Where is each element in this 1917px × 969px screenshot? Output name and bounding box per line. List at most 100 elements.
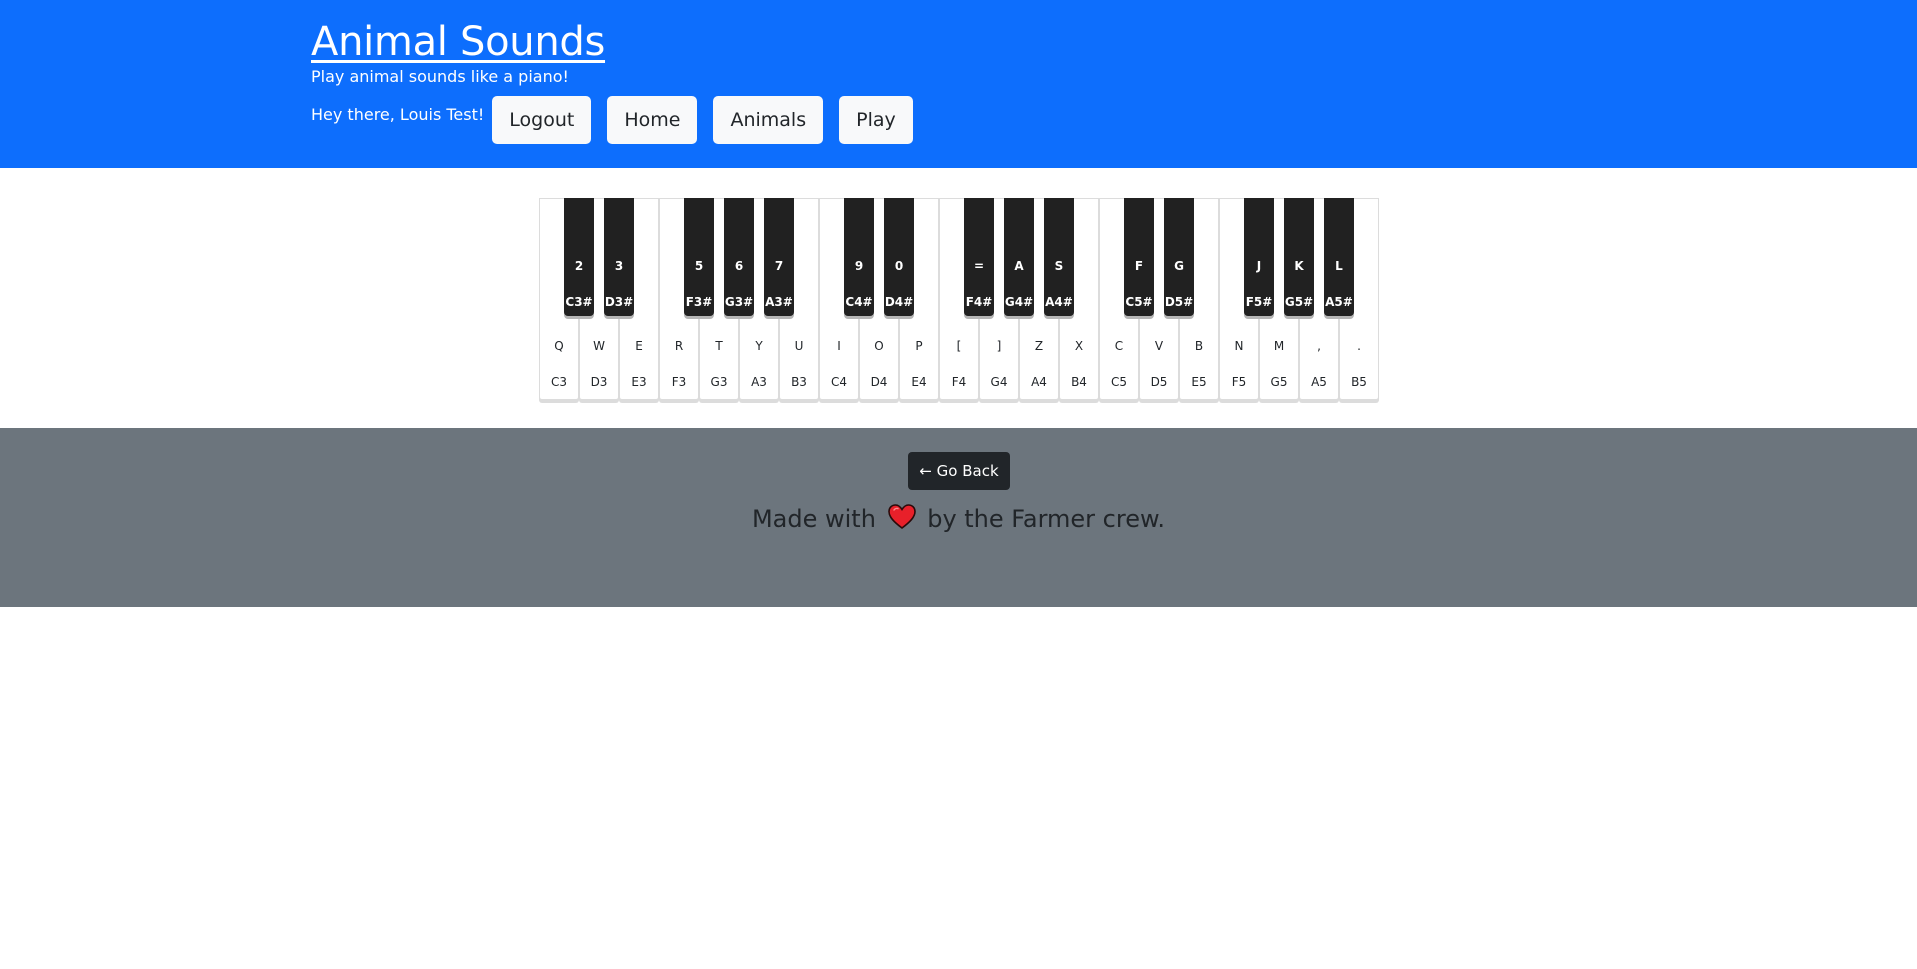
white-key-note: F3 xyxy=(671,375,687,389)
white-key-shortcut: N xyxy=(1234,339,1244,353)
black-key-note: F4# xyxy=(965,295,993,309)
black-key[interactable]: G D5# xyxy=(1164,198,1194,316)
black-key-note: F3# xyxy=(685,295,713,309)
white-key-shortcut: B xyxy=(1194,339,1204,353)
black-key-note: A3# xyxy=(765,295,793,309)
black-key-shortcut: 3 xyxy=(614,259,624,273)
made-with-text: Made with by the Farmer crew. xyxy=(0,504,1917,536)
black-key-shortcut: L xyxy=(1335,259,1343,273)
white-key-note: D5 xyxy=(1150,375,1168,389)
white-key-note: C5 xyxy=(1110,375,1127,389)
white-key-note: A4 xyxy=(1031,375,1047,389)
site-subtitle: Play animal sounds like a piano! xyxy=(311,67,569,86)
header-content: Animal Sounds Play animal sounds like a … xyxy=(311,18,929,144)
white-key-shortcut: M xyxy=(1273,339,1285,353)
black-key-note: F5# xyxy=(1245,295,1273,309)
white-key-note: G4 xyxy=(990,375,1008,389)
made-with-suffix: by the Farmer crew. xyxy=(927,505,1166,533)
site-title-link[interactable]: Animal Sounds xyxy=(311,18,605,66)
black-key-shortcut: 0 xyxy=(894,259,904,273)
white-key-shortcut: I xyxy=(837,339,841,353)
white-key-shortcut: C xyxy=(1114,339,1124,353)
black-key[interactable]: 7 A3# xyxy=(764,198,794,316)
black-key[interactable]: S A4# xyxy=(1044,198,1074,316)
white-key-shortcut: Z xyxy=(1034,339,1044,353)
black-key[interactable]: 3 D3# xyxy=(604,198,634,316)
white-key-shortcut: Q xyxy=(554,339,564,353)
white-key-shortcut: . xyxy=(1357,339,1361,353)
black-key[interactable]: 0 D4# xyxy=(884,198,914,316)
black-key[interactable]: = F4# xyxy=(964,198,994,316)
white-key-note: B4 xyxy=(1071,375,1087,389)
piano-keyboard: Q C3 W D3 E E3 R F3 T G3 Y A3 U B3 I C4 O D4 P E4[F4] G4 Z A4 X… xyxy=(539,198,1379,402)
black-key-shortcut: 7 xyxy=(774,259,784,273)
black-key[interactable]: A G4# xyxy=(1004,198,1034,316)
animals-button[interactable]: Animals xyxy=(713,96,824,144)
black-key-note: A4# xyxy=(1045,295,1073,309)
black-key[interactable]: 9 C4# xyxy=(844,198,874,316)
black-key[interactable]: 6 G3# xyxy=(724,198,754,316)
white-key-shortcut: E xyxy=(635,339,643,353)
white-key-shortcut: P xyxy=(915,339,923,353)
black-key-note: D4# xyxy=(884,295,914,309)
user-greeting: Hey there, Louis Test! xyxy=(311,105,485,124)
black-key-note: G5# xyxy=(1284,295,1314,309)
logout-button[interactable]: Logout xyxy=(492,96,592,144)
heart-icon xyxy=(887,504,916,536)
black-key-note: G3# xyxy=(724,295,754,309)
black-key-note: G4# xyxy=(1004,295,1034,309)
white-key-note: G5 xyxy=(1270,375,1288,389)
white-key-shortcut: V xyxy=(1154,339,1164,353)
white-key-note: B5 xyxy=(1351,375,1367,389)
black-key-note: D3# xyxy=(604,295,634,309)
black-key[interactable]: K G5# xyxy=(1284,198,1314,316)
site-footer: ← Go Back Made with by the Farmer crew. xyxy=(0,428,1917,607)
white-key-note: B3 xyxy=(791,375,807,389)
black-key-shortcut: A xyxy=(1014,259,1024,273)
black-key-note: C4# xyxy=(845,295,873,309)
black-key-shortcut: 9 xyxy=(854,259,864,273)
play-button[interactable]: Play xyxy=(839,96,913,144)
nav-bar: Hey there, Louis Test! Logout Home Anima… xyxy=(311,96,929,144)
go-back-button[interactable]: ← Go Back xyxy=(908,452,1010,490)
white-key-shortcut: W xyxy=(593,339,605,353)
black-key-shortcut: G xyxy=(1174,259,1184,273)
white-key-shortcut: X xyxy=(1074,339,1084,353)
white-key-note: F5 xyxy=(1231,375,1247,389)
site-header: Animal Sounds Play animal sounds like a … xyxy=(0,0,1917,168)
white-key-shortcut: ] xyxy=(996,339,1002,353)
black-key-shortcut: = xyxy=(973,259,985,273)
white-key-note: C4 xyxy=(830,375,847,389)
home-button[interactable]: Home xyxy=(607,96,698,144)
white-key-note: E4 xyxy=(911,375,927,389)
black-key-note: C3# xyxy=(565,295,593,309)
black-key-shortcut: S xyxy=(1054,259,1064,273)
white-key-note: A5 xyxy=(1311,375,1327,389)
black-key-shortcut: K xyxy=(1294,259,1304,273)
black-key-shortcut: 2 xyxy=(574,259,584,273)
black-key-note: D5# xyxy=(1164,295,1194,309)
white-key-note: A3 xyxy=(751,375,767,389)
white-key-note: E5 xyxy=(1191,375,1207,389)
black-key-shortcut: 6 xyxy=(734,259,744,273)
white-key-shortcut: Y xyxy=(755,339,763,353)
white-key-shortcut: T xyxy=(715,339,723,353)
black-key[interactable]: 2 C3# xyxy=(564,198,594,316)
white-key-shortcut: U xyxy=(794,339,804,353)
white-key-shortcut: [ xyxy=(956,339,962,353)
black-key[interactable]: F C5# xyxy=(1124,198,1154,316)
black-key[interactable]: L A5# xyxy=(1324,198,1354,316)
black-key-shortcut: 5 xyxy=(694,259,704,273)
white-key-note: E3 xyxy=(631,375,647,389)
white-key-shortcut: , xyxy=(1317,339,1321,353)
white-key-note: D4 xyxy=(870,375,888,389)
black-key-note: C5# xyxy=(1125,295,1153,309)
white-key-note: D3 xyxy=(590,375,608,389)
black-key[interactable]: J F5# xyxy=(1244,198,1274,316)
black-key-note: A5# xyxy=(1325,295,1353,309)
black-key-shortcut: F xyxy=(1134,259,1144,273)
white-key-note: C3 xyxy=(550,375,567,389)
black-key[interactable]: 5 F3# xyxy=(684,198,714,316)
white-key-note: G3 xyxy=(710,375,728,389)
made-with-prefix: Made with xyxy=(751,505,876,533)
